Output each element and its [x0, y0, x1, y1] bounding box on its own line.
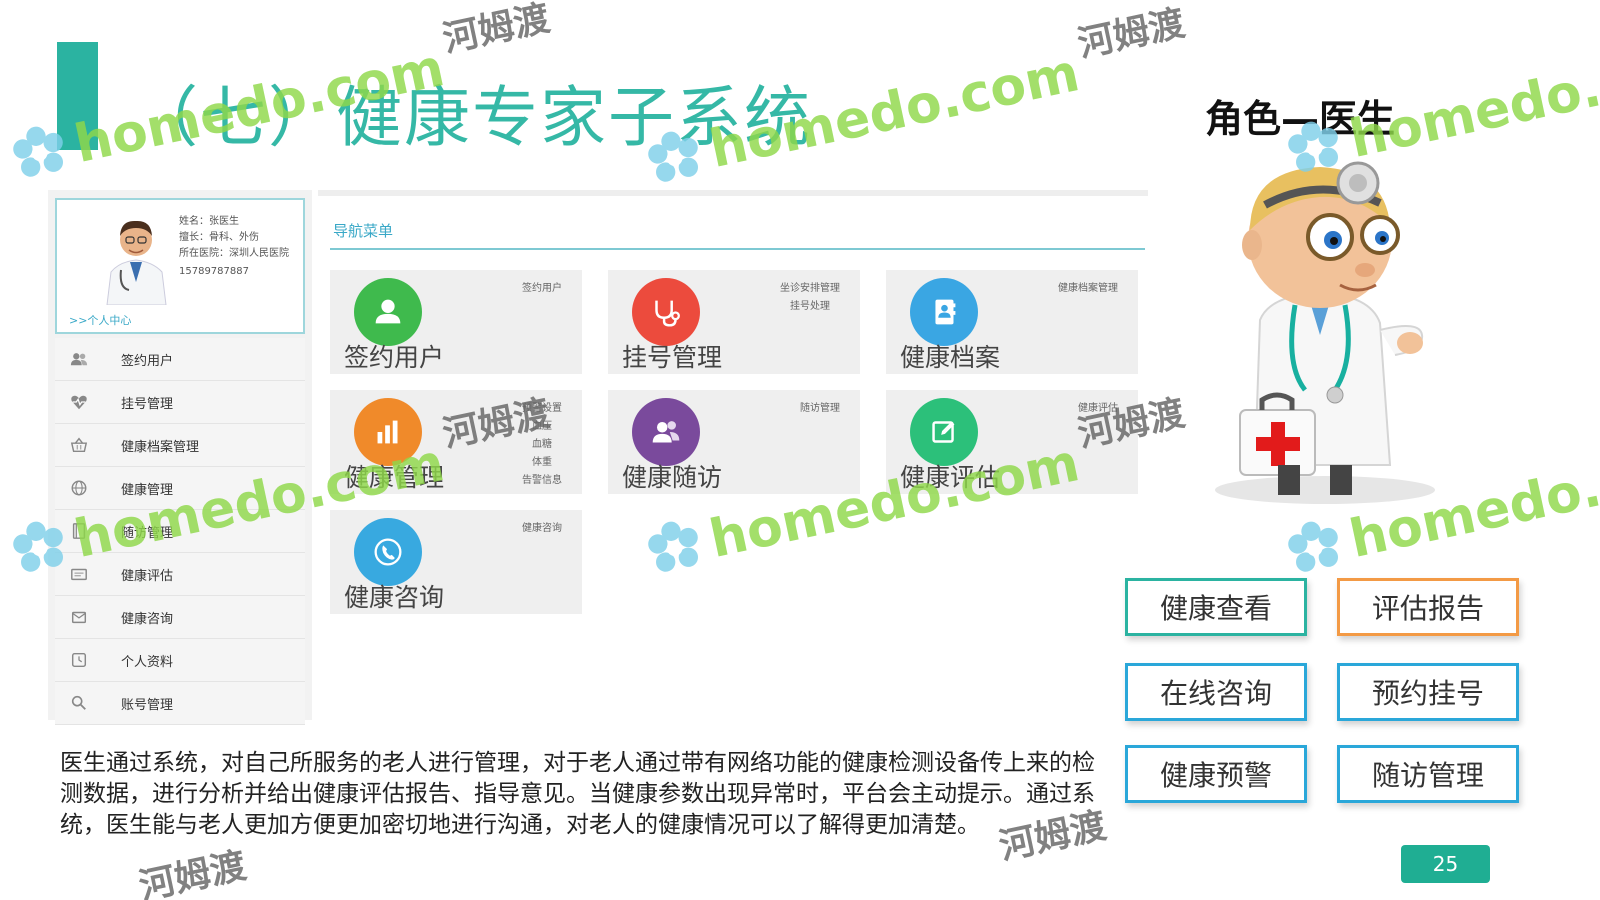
sidebar-item-label: 健康评估 — [121, 568, 174, 584]
search-icon — [55, 682, 103, 725]
tile-label: 健康档案 — [900, 343, 1001, 372]
tile-sub-items: 健康档案管理 — [1058, 280, 1118, 298]
phone-icon — [354, 518, 422, 586]
doctor-avatar — [99, 210, 174, 305]
online-consultation-button[interactable]: 在线咨询 — [1125, 663, 1307, 721]
watermark-flower-icon — [1288, 521, 1339, 572]
profile-specialty: 擅长：骨科、外伤 — [179, 232, 259, 243]
assessment-report-button[interactable]: 评估报告 — [1337, 578, 1519, 636]
people-icon — [632, 398, 700, 466]
sidebar-item-consultation[interactable]: 健康咨询 — [55, 596, 305, 639]
sidebar-item-signed-users[interactable]: 签约用户 — [55, 338, 305, 381]
tile-sub-items: 随访管理 — [800, 400, 840, 418]
heart-icon — [55, 381, 103, 424]
tile-sub-item[interactable]: 挂号处理 — [780, 298, 840, 316]
nav-tile-registration[interactable]: 坐诊安排管理 挂号处理 挂号管理 — [608, 270, 860, 374]
health-alert-button[interactable]: 健康预警 — [1125, 745, 1307, 803]
sidebar-item-profile[interactable]: 个人资料 — [55, 639, 305, 682]
tile-sub-item[interactable]: 血压 — [522, 418, 562, 436]
tile-label: 挂号管理 — [622, 343, 723, 372]
sidebar-item-label: 个人资料 — [121, 654, 174, 670]
title-accent-bar — [57, 42, 98, 150]
follow-up-button[interactable]: 随访管理 — [1337, 745, 1519, 803]
sidebar-item-label: 健康管理 — [121, 482, 174, 498]
tile-sub-item[interactable]: 血糖 — [522, 436, 562, 454]
watermark-cn: 河姆渡 — [1074, 2, 1189, 66]
profile-info: 姓名：张医生 擅长：骨科、外伤 所在医院：深圳人民医院 15789787887 — [179, 214, 301, 280]
tile-sub-item[interactable]: 体重 — [522, 454, 562, 472]
profile-phone: 15789787887 — [179, 266, 249, 277]
nav-tile-signed-users[interactable]: 签约用户 签约用户 — [330, 270, 582, 374]
sidebar-item-label: 挂号管理 — [121, 396, 174, 412]
sidebar-item-registration[interactable]: 挂号管理 — [55, 381, 305, 424]
sidebar-item-assessment[interactable]: 健康评估 — [55, 553, 305, 596]
tile-label: 健康管理 — [344, 463, 445, 492]
nav-tile-consultation[interactable]: 健康咨询 健康咨询 — [330, 510, 582, 614]
tile-sub-item[interactable]: 签约用户 — [522, 280, 562, 298]
tile-label: 健康评估 — [900, 463, 1001, 492]
description-text: 医生通过系统，对自己所服务的老人进行管理，对于老人通过带有网络功能的健康检测设备… — [60, 750, 1095, 838]
watermark: 河姆渡 — [130, 845, 252, 900]
tile-sub-items: 签约用户 — [522, 280, 562, 298]
sidebar-item-label: 健康档案管理 — [121, 439, 200, 455]
profile-hospital: 所在医院：深圳人民医院 — [179, 248, 289, 259]
tile-sub-item[interactable]: 预警设置 — [522, 400, 562, 418]
health-view-button[interactable]: 健康查看 — [1125, 578, 1307, 636]
users-icon — [55, 338, 103, 381]
nav-divider — [330, 248, 1145, 250]
tile-sub-item[interactable]: 随访管理 — [800, 400, 840, 418]
tile-sub-item[interactable]: 健康档案管理 — [1058, 280, 1118, 298]
sidebar-item-label: 签约用户 — [121, 353, 174, 369]
personal-center-link[interactable]: >>个人中心 — [69, 312, 131, 328]
tile-sub-items: 预警设置 血压 血糖 体重 告警信息 — [522, 400, 562, 490]
page-number: 25 — [1401, 845, 1490, 883]
watermark-cn: 河姆渡 — [439, 0, 554, 61]
edit-icon — [910, 398, 978, 466]
tile-sub-item[interactable]: 坐诊安排管理 — [780, 280, 840, 298]
profile-name: 姓名：张医生 — [179, 216, 239, 227]
tile-sub-item[interactable]: 健康评估 — [1078, 400, 1118, 418]
nav-tile-follow-up[interactable]: 随访管理 健康随访 — [608, 390, 860, 494]
watermark-cn: 河姆渡 — [135, 845, 250, 900]
user-icon — [354, 278, 422, 346]
profile-card: 姓名：张医生 擅长：骨科、外伤 所在医院：深圳人民医院 15789787887 … — [55, 198, 305, 334]
sidebar-menu: 签约用户 挂号管理 健康档案管理 健康管理 随访管理 健康评估 健康咨询 个人资… — [55, 338, 305, 725]
app-screenshot: 姓名：张医生 擅长：骨科、外伤 所在医院：深圳人民医院 15789787887 … — [48, 190, 1148, 725]
tile-label: 健康咨询 — [344, 583, 445, 612]
sidebar-item-label: 账号管理 — [121, 697, 174, 713]
book-icon — [55, 510, 103, 553]
nav-tile-health-management[interactable]: 预警设置 血压 血糖 体重 告警信息 健康管理 — [330, 390, 582, 494]
chart-icon — [354, 398, 422, 466]
sidebar-item-label: 健康咨询 — [121, 611, 174, 627]
sidebar: 姓名：张医生 擅长：骨科、外伤 所在医院：深圳人民医院 15789787887 … — [48, 190, 312, 725]
tile-label: 签约用户 — [344, 343, 445, 372]
clipboard-icon — [55, 553, 103, 596]
sidebar-item-follow-up[interactable]: 随访管理 — [55, 510, 305, 553]
sidebar-item-health-management[interactable]: 健康管理 — [55, 467, 305, 510]
clock-icon — [55, 639, 103, 682]
nav-header: 导航菜单 — [333, 222, 394, 240]
sidebar-item-health-records[interactable]: 健康档案管理 — [55, 424, 305, 467]
tile-sub-items: 坐诊安排管理 挂号处理 — [780, 280, 840, 316]
record-book-icon — [910, 278, 978, 346]
mail-icon — [55, 596, 103, 639]
stethoscope-icon — [632, 278, 700, 346]
tile-sub-items: 健康评估 — [1078, 400, 1118, 418]
tile-sub-items: 健康咨询 — [522, 520, 562, 538]
tile-label: 健康随访 — [622, 463, 723, 492]
sidebar-item-account[interactable]: 账号管理 — [55, 682, 305, 725]
globe-icon — [55, 467, 103, 510]
role-title: 角色—医生 — [1205, 97, 1396, 141]
nav-tile-health-records[interactable]: 健康档案管理 健康档案 — [886, 270, 1138, 374]
nav-tile-assessment[interactable]: 健康评估 健康评估 — [886, 390, 1138, 494]
sidebar-item-label: 随访管理 — [121, 525, 174, 541]
slide-title: （七）健康专家子系统 — [132, 79, 812, 156]
appointment-button[interactable]: 预约挂号 — [1337, 663, 1519, 721]
nav-panel: 导航菜单 签约用户 签约用户 坐诊安排管理 挂号处理 挂号管理 健康档案管理 健… — [318, 196, 1148, 720]
doctor-illustration — [1215, 161, 1435, 504]
tile-sub-item[interactable]: 健康咨询 — [522, 520, 562, 538]
basket-icon — [55, 424, 103, 467]
tile-sub-item[interactable]: 告警信息 — [522, 472, 562, 490]
